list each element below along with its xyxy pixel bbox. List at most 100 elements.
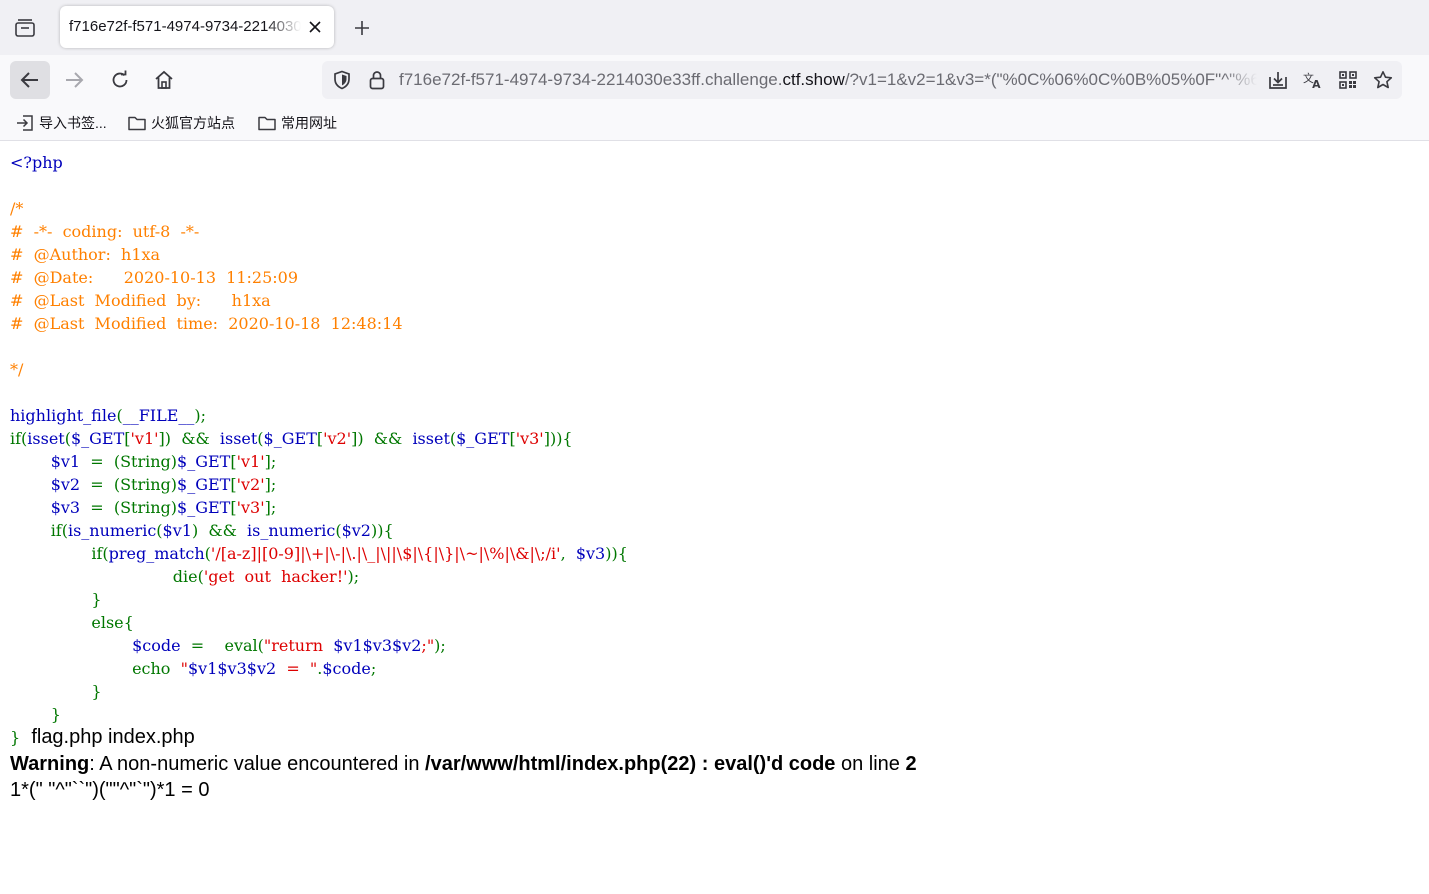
code-token: 'get out hacker!' [203,567,348,586]
code-token: ); [347,567,360,586]
code-token: is_numeric [247,521,336,540]
bookmark-firefox-official[interactable]: 火狐官方站点 [128,113,235,133]
tab-list-icon [15,19,35,37]
code-line: # @Last Modified time: 2020-10-18 12:48:… [10,312,1420,335]
bookmark-label: 常用网址 [281,115,337,131]
code-line: else{ [10,611,1420,634]
qr-code-icon[interactable] [1338,70,1358,90]
file-list-output: flag.php index.php [31,726,195,748]
code-token: # @Last Modified by: h1xa [10,291,271,310]
translate-icon[interactable]: 文 A [1303,70,1323,90]
code-token: 'v1' [236,452,265,471]
code-line: die('get out hacker!'); [10,565,1420,588]
new-tab-button[interactable] [346,12,378,44]
code-token: if( [10,429,28,448]
code-line: $v2 = (String)$_GET['v2']; [10,473,1420,496]
closing-brace: } [10,728,21,747]
code-token: = (String) [90,498,178,517]
warning-line-number: 2 [905,753,917,775]
folder-icon [128,116,146,131]
save-to-device-icon[interactable] [1268,70,1288,90]
warning-label: Warning [10,753,90,775]
code-token: else{ [10,613,134,632]
bookmark-import[interactable]: 导入书签... [16,113,107,133]
code-token: } [10,590,102,609]
code-token: # @Last Modified time: 2020-10-18 12:48:… [10,314,403,333]
php-warning: Warning: A non-numeric value encountered… [10,751,1420,777]
code-token: $v2 [341,521,371,540]
code-token: ]) && [158,429,220,448]
eval-result: 1*(" "^"``")(""^"`")*1 = 0 [10,779,210,801]
code-token: $code [322,659,371,678]
url-domain: ctf.show [782,70,845,89]
tab-strip: f716e72f-f571-4974-9734-2214030e33ff.cha… [0,0,1429,55]
code-token: ); [434,636,446,655]
plus-icon [355,21,369,35]
code-token: $code [132,636,191,655]
lock-icon[interactable] [367,70,387,90]
reload-icon [112,70,128,88]
code-token: die( [10,567,204,586]
code-token: ;" [421,636,435,655]
url-text[interactable]: f716e72f-f571-4974-9734-2214030e33ff.cha… [399,70,1257,90]
code-token: highlight_file [10,406,117,425]
code-token: $v3 [575,544,606,563]
code-token: = (String) [90,452,178,471]
bookmark-common-sites[interactable]: 常用网址 [258,113,337,133]
code-line: */ [10,358,1420,381]
page-content: <?php /* # -*- coding: utf-8 -*- # @Author:… [10,141,1420,803]
code-token: = " [276,659,318,678]
code-token: ]; [264,475,277,494]
code-token: isset [219,429,258,448]
code-token: )){ [370,521,394,540]
code-token: /* [10,199,24,218]
code-line: $code = eval("return $v1$v3$v2;"); [10,634,1420,657]
code-line: <?php [10,151,1420,174]
code-token: 'v3' [236,498,265,517]
code-token: $_GET [456,429,510,448]
shield-icon[interactable] [332,70,352,90]
code-token: } [10,705,61,724]
home-button[interactable] [144,61,184,99]
code-line: /* [10,197,1420,220]
code-token: $v2 [50,475,91,494]
code-token: $v1 [50,452,91,471]
code-token: ]; [264,498,277,517]
code-line: } [10,588,1420,611]
code-token: isset [27,429,65,448]
bookmark-star-icon[interactable] [1373,70,1393,90]
code-token: } [10,682,102,701]
warning-text: : A non-numeric value encountered in [89,753,426,775]
code-token: )){ [605,544,628,563]
code-token: 'v2' [323,429,352,448]
code-token: , [560,544,576,563]
address-bar[interactable]: f716e72f-f571-4974-9734-2214030e33ff.cha… [322,61,1402,99]
reload-button[interactable] [100,61,140,99]
tab-overview-button[interactable] [6,12,44,44]
back-button[interactable] [10,61,50,99]
tab-title: f716e72f-f571-4974-9734-2214030e33ff.cha… [69,18,301,35]
code-token: $_GET [177,498,231,517]
bookmark-label: 导入书签... [39,115,107,131]
code-token: ) && [191,521,248,540]
code-token: __FILE__ [122,406,195,425]
code-token: preg_match [108,544,205,563]
active-tab[interactable]: f716e72f-f571-4974-9734-2214030e33ff.cha… [60,6,334,48]
code-token: '/[a-z]|[0-9]|\+|\-|\.|\_|\||\$|\{|\}|\~… [210,544,561,563]
code-token: ; [370,659,377,678]
navigation-toolbar: f716e72f-f571-4974-9734-2214030e33ff.cha… [0,55,1429,107]
tab-close-button[interactable] [306,18,324,36]
code-token: $v3 [50,498,91,517]
import-icon [17,115,33,131]
forward-button[interactable] [54,61,94,99]
bookmarks-toolbar: 导入书签... 火狐官方站点 常用网址 [0,107,1429,141]
code-token: ); [194,406,207,425]
url-prefix: f716e72f-f571-4974-9734-2214030e33ff.cha… [399,70,783,89]
code-line: # @Last Modified by: h1xa [10,289,1420,312]
output-files-line: } flag.php index.php [10,724,1420,751]
